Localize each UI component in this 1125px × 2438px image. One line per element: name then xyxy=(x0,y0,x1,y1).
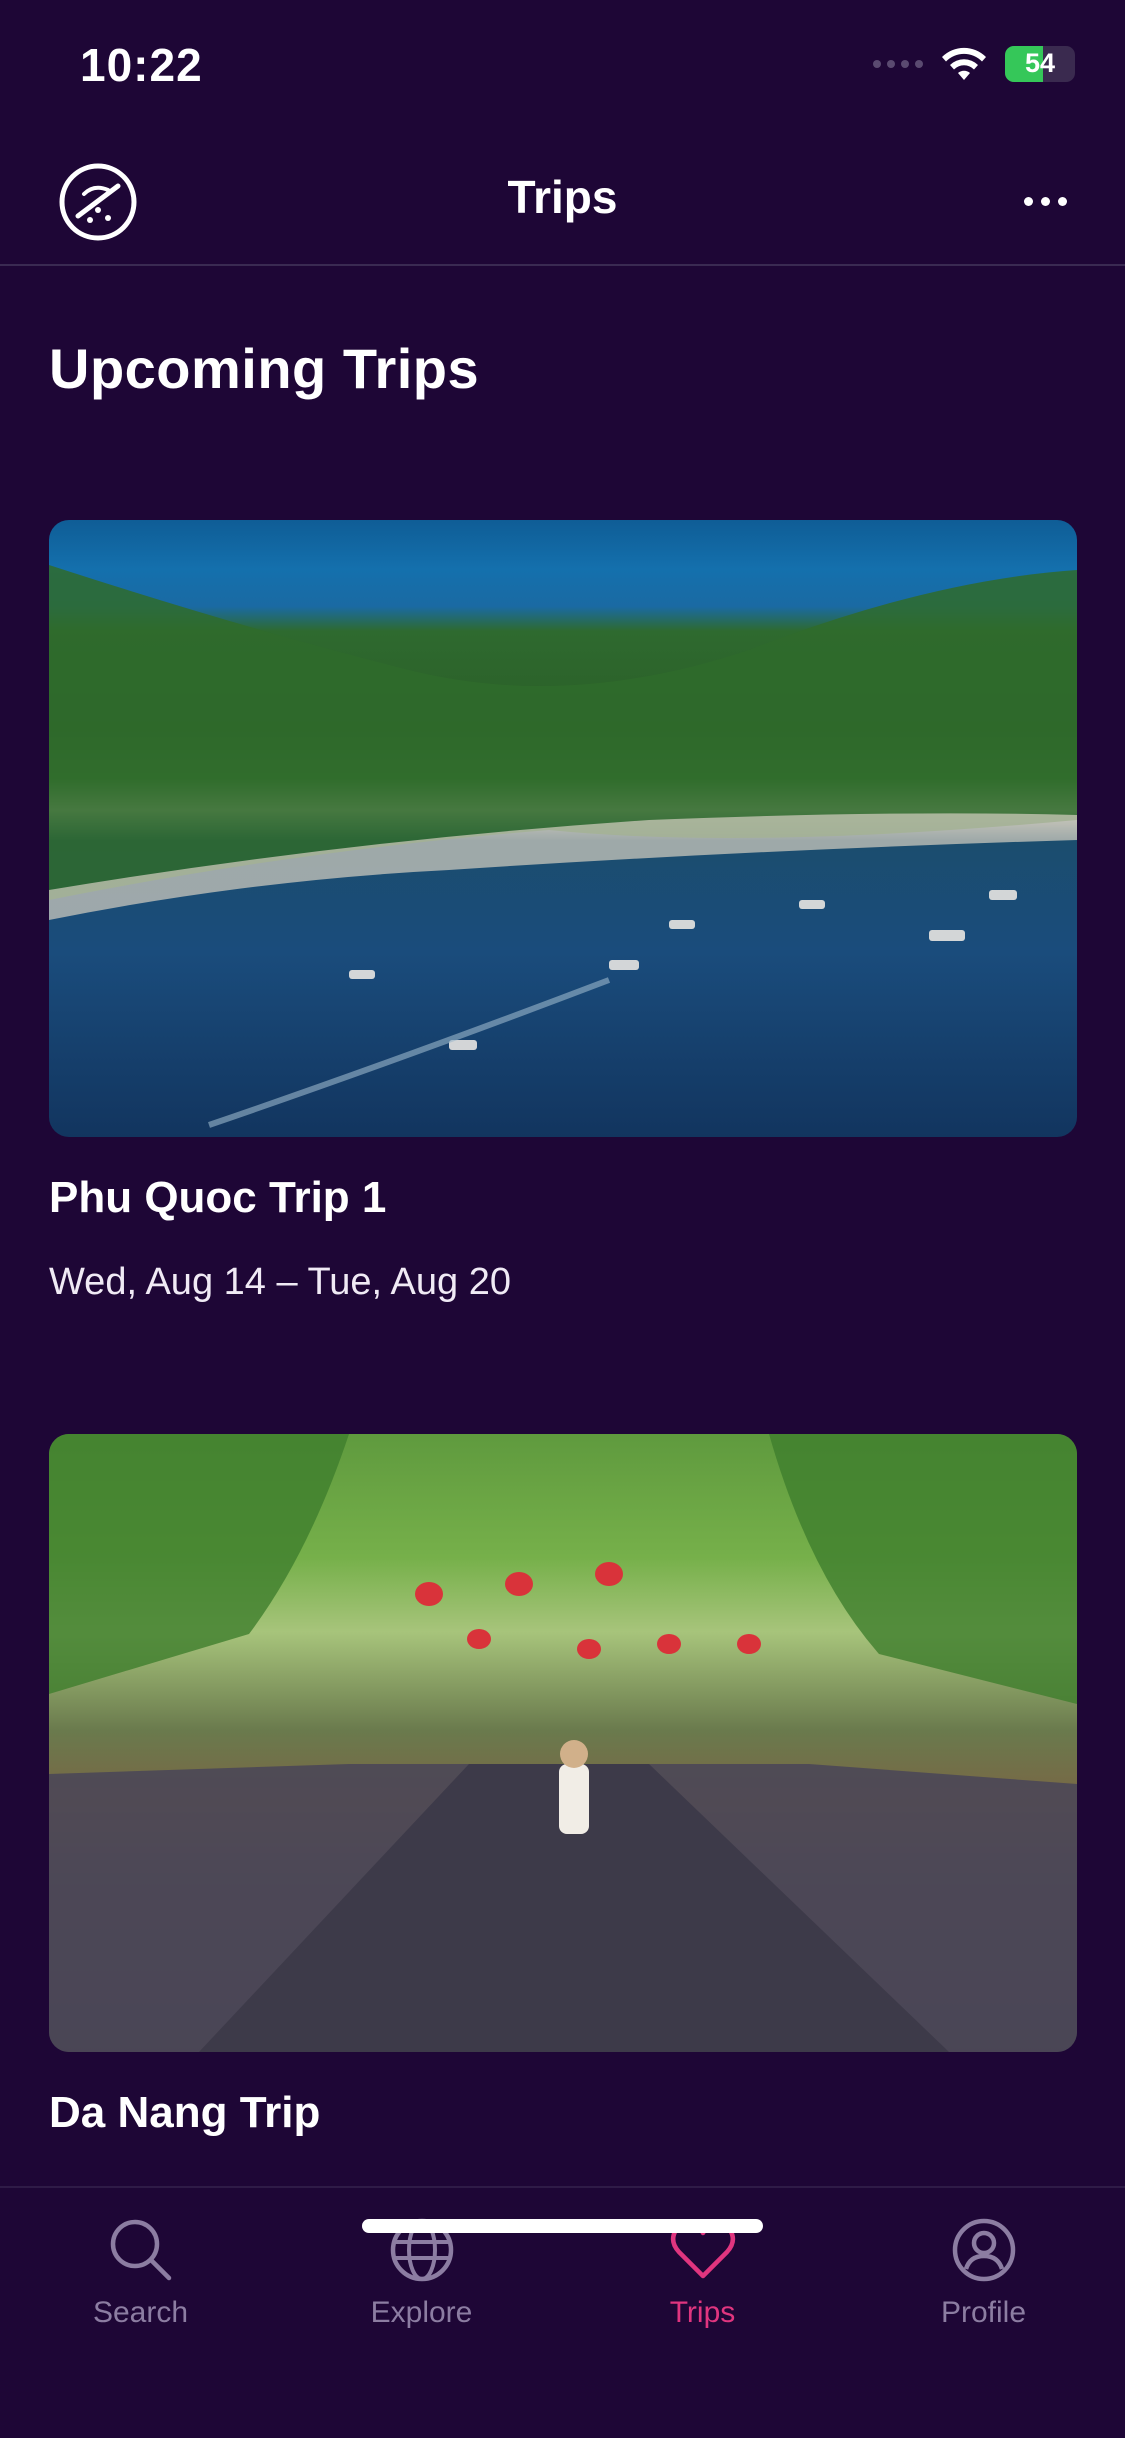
page-title: Trips xyxy=(507,171,618,223)
more-dots-icon xyxy=(1023,196,1033,206)
search-icon xyxy=(110,2219,171,2281)
more-options-button[interactable] xyxy=(1005,166,1085,236)
tab-label: Profile xyxy=(940,2296,1027,2329)
tab-profile[interactable]: Profile xyxy=(843,2214,1124,2330)
trip-photo xyxy=(49,520,1077,1137)
trip-title: Phu Quoc Trip 1 xyxy=(49,1173,387,1222)
trip-card[interactable]: Phu Quoc Trip 1 Wed, Aug 14 – Tue, Aug 2… xyxy=(49,520,1077,1304)
status-time: 10:22 xyxy=(80,39,203,91)
section-heading: Upcoming Trips xyxy=(49,337,480,400)
status-indicators: 54 xyxy=(873,46,1075,82)
signal-icon xyxy=(873,60,923,68)
tab-label: Explore xyxy=(370,2296,473,2329)
scroll-fade xyxy=(0,2150,1125,2180)
trip-photo xyxy=(49,1434,1077,2052)
trip-title: Da Nang Trip xyxy=(49,2088,321,2137)
profile-icon xyxy=(952,2218,1015,2282)
home-indicator[interactable] xyxy=(362,2219,763,2233)
battery-level: 54 xyxy=(1024,48,1056,78)
tab-label: Search xyxy=(92,2296,189,2329)
status-bar: 10:22 54 xyxy=(0,0,1125,140)
tab-label: Trips xyxy=(669,2296,736,2329)
nav-bar: Trips xyxy=(0,140,1125,266)
wifi-icon xyxy=(942,47,986,80)
tab-search[interactable]: Search xyxy=(0,2214,281,2330)
trip-dates: Wed, Aug 14 – Tue, Aug 20 xyxy=(49,1261,511,1303)
battery-icon: 54 xyxy=(1005,46,1075,82)
trip-card[interactable]: Da Nang Trip xyxy=(49,1434,1077,2138)
